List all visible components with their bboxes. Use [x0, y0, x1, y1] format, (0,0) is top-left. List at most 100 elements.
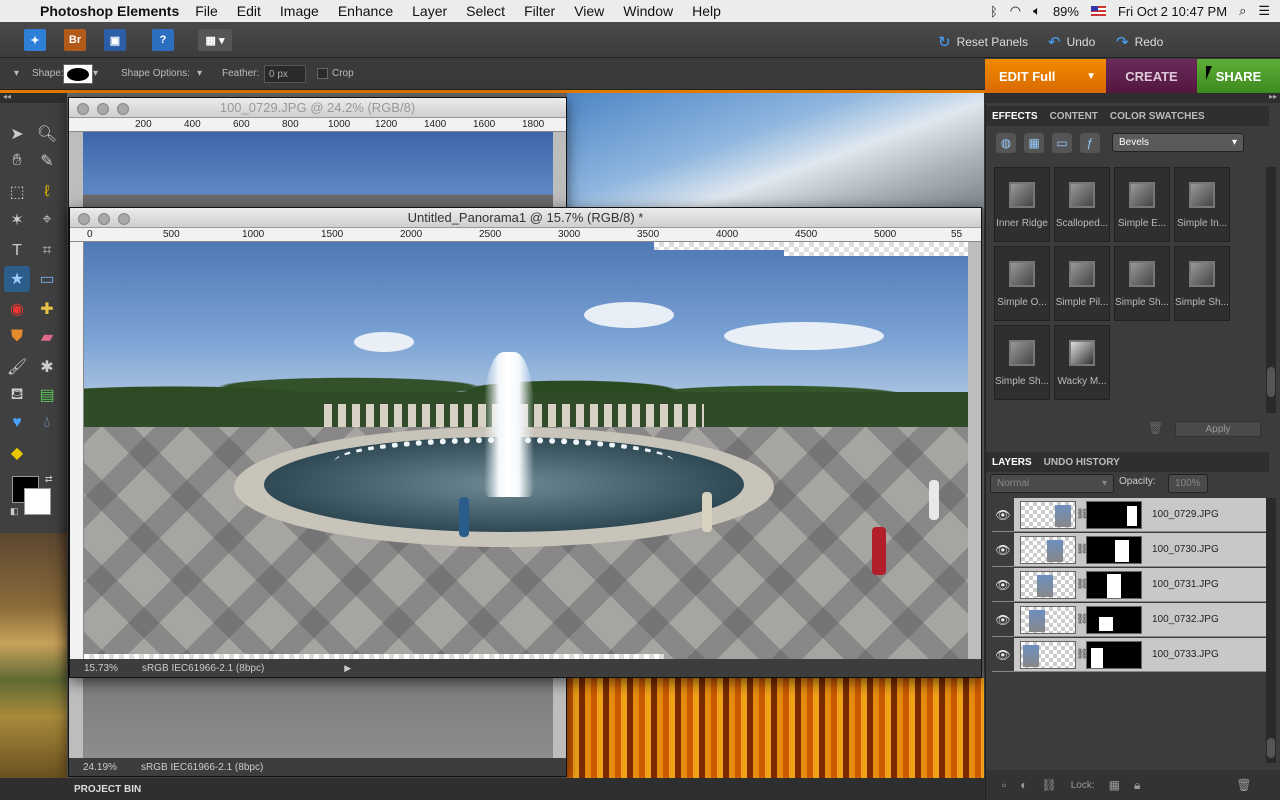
- redo-button[interactable]: ↷ Redo: [1116, 33, 1163, 51]
- swap-colors-icon[interactable]: ⇄: [45, 474, 53, 485]
- effect-simple-inner[interactable]: Simple In...: [1174, 167, 1230, 242]
- wifi-icon[interactable]: ◠: [1010, 3, 1021, 19]
- close-window-button[interactable]: [78, 213, 90, 225]
- layers-scrollbar[interactable]: [1266, 498, 1276, 763]
- project-bin-bar[interactable]: PROJECT BIN: [67, 778, 985, 800]
- visibility-eye-icon[interactable]: 👁︎: [992, 638, 1014, 671]
- feather-input[interactable]: 0 px: [264, 65, 306, 83]
- effect-simple-pillow[interactable]: Simple Pil...: [1054, 246, 1110, 321]
- mask-link-icon[interactable]: ⛓︎: [1076, 579, 1089, 590]
- lock-transparency-icon[interactable]: ▦: [1109, 778, 1120, 792]
- zoom-level[interactable]: 15.73%: [70, 663, 142, 674]
- mask-link-icon[interactable]: ⛓︎: [1076, 614, 1089, 625]
- tab-edit-full[interactable]: EDIT Full ▼: [985, 59, 1106, 93]
- tab-undo-history[interactable]: UNDO HISTORY: [1038, 457, 1126, 468]
- brush-tool-icon[interactable]: 🖌︎: [4, 354, 30, 380]
- healing-brush-tool-icon[interactable]: ✚: [34, 296, 60, 322]
- effects-category-select[interactable]: Bevels ▾: [1112, 133, 1244, 152]
- effects-scrollbar[interactable]: [1266, 167, 1276, 413]
- move-tool-icon[interactable]: ➤: [4, 121, 30, 147]
- lock-all-icon[interactable]: 🔒︎: [1134, 778, 1140, 793]
- minimize-window-button[interactable]: [98, 213, 110, 225]
- type-tool-icon[interactable]: T: [4, 238, 30, 264]
- status-menu-arrow-icon[interactable]: ▶: [344, 663, 351, 674]
- sponge-tool-icon[interactable]: ♥: [4, 410, 30, 436]
- zoom-window-button[interactable]: [117, 103, 129, 115]
- shape-picker[interactable]: [63, 64, 93, 84]
- collapse-right-icon[interactable]: ▸▸: [1269, 92, 1277, 101]
- custom-shape-tool-icon[interactable]: ★: [4, 266, 30, 292]
- layer-row-0732[interactable]: 👁︎ ⛓︎ 100_0732.JPG: [992, 603, 1269, 637]
- magic-wand-tool-icon[interactable]: ✶: [4, 207, 30, 233]
- crop-checkbox[interactable]: Crop: [317, 68, 354, 79]
- options-menu-icon[interactable]: ▾: [14, 68, 19, 79]
- blur-tool-icon[interactable]: 💧︎: [34, 410, 60, 436]
- document-window-panorama[interactable]: Untitled_Panorama1 @ 15.7% (RGB/8) * 0 5…: [69, 207, 982, 678]
- layer-row-0733[interactable]: 👁︎ ⛓︎ 100_0733.JPG: [992, 638, 1269, 672]
- arrange-windows-icon[interactable]: ▦ ▾: [198, 29, 232, 51]
- collapse-left-icon[interactable]: ◂◂: [3, 92, 11, 101]
- save-icon[interactable]: ▣: [104, 29, 126, 51]
- shape-options-arrow-icon[interactable]: ▾: [197, 68, 202, 79]
- layer-mask-thumbnail[interactable]: [1086, 570, 1142, 599]
- minimize-window-button[interactable]: [97, 103, 109, 115]
- bluetooth-icon[interactable]: ᛒ: [990, 4, 998, 19]
- layer-mask-thumbnail[interactable]: [1086, 640, 1142, 669]
- reset-panels-button[interactable]: ↻ Reset Panels: [938, 33, 1028, 51]
- paint-bucket-tool-icon[interactable]: ⛾: [4, 382, 30, 408]
- layer-mask-thumbnail[interactable]: [1086, 605, 1142, 634]
- effect-inner-ridge[interactable]: Inner Ridge: [994, 167, 1050, 242]
- help-icon[interactable]: ?: [152, 29, 174, 51]
- menu-edit[interactable]: Edit: [237, 3, 261, 19]
- clock[interactable]: Fri Oct 2 10:47 PM: [1118, 4, 1227, 19]
- filters-icon[interactable]: ƒ: [1080, 133, 1100, 153]
- eraser-tool-icon[interactable]: ▰: [34, 324, 60, 350]
- app-name-menu[interactable]: Photoshop Elements: [40, 3, 179, 19]
- layer-mask-thumbnail[interactable]: [1086, 500, 1142, 529]
- effect-simple-sharp-2[interactable]: Simple Sh...: [1174, 246, 1230, 321]
- layer-row-0730[interactable]: 👁︎ ⛓︎ 100_0730.JPG: [992, 533, 1269, 567]
- close-window-button[interactable]: [77, 103, 89, 115]
- zoom-window-button[interactable]: [118, 213, 130, 225]
- effect-simple-sharp-3[interactable]: Simple Sh...: [994, 325, 1050, 400]
- mask-link-icon[interactable]: ⛓︎: [1076, 649, 1089, 660]
- shape-tool-icon[interactable]: ▭: [34, 266, 60, 292]
- undo-button[interactable]: ↶ Undo: [1048, 33, 1095, 51]
- menu-select[interactable]: Select: [466, 3, 505, 19]
- volume-icon[interactable]: 🔈︎: [1033, 3, 1041, 19]
- effect-scalloped[interactable]: Scalloped...: [1054, 167, 1110, 242]
- clone-stamp-tool-icon[interactable]: ⛊: [4, 324, 30, 350]
- mask-link-icon[interactable]: ⛓︎: [1076, 544, 1089, 555]
- default-colors-icon[interactable]: ◧: [10, 506, 19, 517]
- input-source-flag-icon[interactable]: [1090, 6, 1106, 16]
- horizontal-ruler[interactable]: 200 400 600 800 1000 1200 1400 1600 1800: [69, 118, 566, 132]
- zoom-tool-icon[interactable]: 🔍︎: [34, 121, 60, 147]
- tab-layers[interactable]: LAYERS: [986, 457, 1038, 468]
- tab-create[interactable]: CREATE: [1106, 59, 1197, 93]
- menu-help[interactable]: Help: [692, 3, 721, 19]
- tab-effects[interactable]: EFFECTS: [986, 111, 1044, 122]
- battery-percent[interactable]: 89%: [1053, 4, 1079, 19]
- visibility-eye-icon[interactable]: 👁︎: [992, 533, 1014, 566]
- vertical-ruler[interactable]: [70, 242, 84, 663]
- dodge-tool-icon[interactable]: ◆: [4, 440, 30, 466]
- notification-center-icon[interactable]: ☰: [1258, 3, 1270, 19]
- link-layers-icon[interactable]: ⛓︎: [1042, 778, 1057, 792]
- horizontal-ruler[interactable]: 0 500 1000 1500 2000 2500 3000 3500 4000…: [70, 228, 981, 242]
- quick-selection-tool-icon[interactable]: ⌖: [34, 207, 60, 233]
- tab-content[interactable]: CONTENT: [1044, 111, 1104, 122]
- red-eye-tool-icon[interactable]: ◉: [4, 296, 30, 322]
- gradient-tool-icon[interactable]: ▤: [34, 382, 60, 408]
- blend-mode-select[interactable]: Normal ▾: [990, 474, 1114, 493]
- opacity-input[interactable]: 100%: [1168, 474, 1208, 493]
- background-color-swatch[interactable]: [24, 488, 51, 515]
- menu-file[interactable]: File: [195, 3, 218, 19]
- new-layer-icon[interactable]: ▫: [1002, 778, 1006, 792]
- panorama-canvas[interactable]: [84, 242, 968, 663]
- layer-row-0729[interactable]: 👁︎ ⛓︎ 100_0729.JPG: [992, 498, 1269, 532]
- shape-picker-arrow-icon[interactable]: ▾: [93, 68, 98, 79]
- menu-enhance[interactable]: Enhance: [338, 3, 393, 19]
- smart-brush-tool-icon[interactable]: ✱: [34, 354, 60, 380]
- lasso-tool-icon[interactable]: ℓ: [34, 179, 60, 205]
- effect-wacky-metal[interactable]: Wacky M...: [1054, 325, 1110, 400]
